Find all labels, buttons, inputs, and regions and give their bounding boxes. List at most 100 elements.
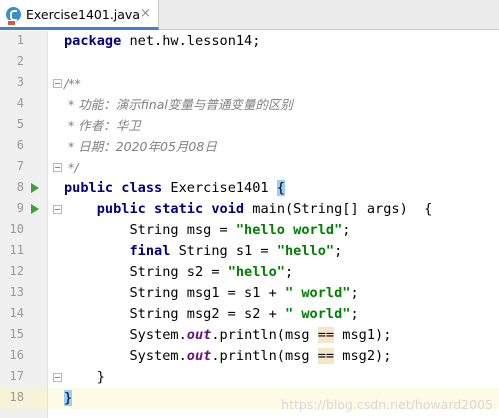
code-token: " world" <box>284 306 351 322</box>
code-token: " world" <box>284 285 351 301</box>
code-line[interactable]: 10 String msg = "hello world"; <box>0 220 499 241</box>
code-text: } <box>64 367 105 388</box>
run-gutter-icon[interactable] <box>31 183 39 193</box>
code-text: String s2 = "hello"; <box>64 262 293 283</box>
code-text: */ <box>64 157 78 178</box>
line-number: 11 <box>9 243 24 257</box>
code-line[interactable]: 4 * 功能：演示final变量与普通变量的区别 <box>0 94 499 115</box>
code-text: String msg2 = s2 + " world"; <box>64 304 359 325</box>
code-token: public class <box>64 180 163 196</box>
code-token: } <box>64 390 73 406</box>
fold-toggle-icon[interactable] <box>53 163 62 172</box>
code-token: ; <box>334 243 343 259</box>
line-number: 18 <box>9 390 24 404</box>
code-line[interactable]: 13 String msg1 = s1 + " world"; <box>0 283 499 304</box>
code-token: String msg1 = s1 + <box>64 285 285 301</box>
code-line[interactable]: 7 */ <box>0 157 499 178</box>
code-line[interactable]: 8 public class Exercise1401 { <box>0 178 499 199</box>
fold-toggle-icon[interactable] <box>53 205 62 214</box>
tab-label: Exercise1401.java <box>26 7 140 22</box>
code-token: ; <box>350 285 359 301</box>
code-token: String msg = <box>64 222 236 238</box>
code-token: package <box>64 33 122 49</box>
code-line[interactable]: 6 * 日期：2020年05月08日 <box>0 136 499 157</box>
code-line[interactable]: 12 String s2 = "hello"; <box>0 262 499 283</box>
code-token: System. <box>64 327 187 343</box>
code-token: msg1); <box>334 327 392 343</box>
code-line[interactable]: 11 final String s1 = "hello"; <box>0 241 499 262</box>
code-token: "hello world" <box>235 222 343 238</box>
editor-tab-bar: Exercise1401.java × <box>0 0 499 30</box>
code-text: System.out.println(msg == msg1); <box>64 325 391 346</box>
run-gutter-icon[interactable] <box>31 204 39 214</box>
line-number: 12 <box>9 264 24 278</box>
code-text: * 功能：演示final变量与普通变量的区别 <box>64 94 293 115</box>
code-line[interactable]: 17 } <box>0 367 499 388</box>
code-text: System.out.println(msg == msg2); <box>64 346 391 367</box>
code-token: out <box>186 327 212 343</box>
code-token: main(String[] args) { <box>244 201 433 217</box>
code-token: Exercise1401 <box>162 180 277 196</box>
line-number: 3 <box>16 75 24 89</box>
code-token: String s2 = <box>64 264 228 280</box>
code-line[interactable]: 9 public static void main(String[] args)… <box>0 199 499 220</box>
line-number: 5 <box>16 117 24 131</box>
code-text: public class Exercise1401 { <box>64 178 285 199</box>
code-token: "hello" <box>227 264 285 280</box>
line-number: 7 <box>16 159 24 173</box>
code-token: == <box>317 348 335 364</box>
code-text: package net.hw.lesson14; <box>64 31 260 52</box>
code-token: { <box>276 180 285 196</box>
code-token: net.hw.lesson14; <box>121 33 261 49</box>
fold-toggle-icon[interactable] <box>53 373 62 382</box>
code-text: /** <box>64 73 81 94</box>
code-text: * 日期：2020年05月08日 <box>64 136 217 157</box>
code-token: * 作者：华卫 <box>64 118 141 133</box>
code-line[interactable]: 15 System.out.println(msg == msg1); <box>0 325 499 346</box>
code-token: System. <box>64 348 187 364</box>
fold-toggle-icon[interactable] <box>53 79 62 88</box>
code-token: String msg2 = s2 + <box>64 306 285 322</box>
code-text: * 作者：华卫 <box>64 115 141 136</box>
line-number: 4 <box>16 96 24 110</box>
line-number: 15 <box>9 327 24 341</box>
code-token: * 日期：2020年05月08日 <box>64 139 217 154</box>
code-text: String msg1 = s1 + " world"; <box>64 283 359 304</box>
close-icon[interactable]: × <box>140 6 151 22</box>
line-number: 2 <box>16 54 24 68</box>
code-line[interactable]: 16 System.out.println(msg == msg2); <box>0 346 499 367</box>
code-line[interactable]: 1 package net.hw.lesson14; <box>0 31 499 52</box>
code-token: ; <box>284 264 294 280</box>
line-number: 6 <box>16 138 24 152</box>
line-number: 8 <box>16 180 24 194</box>
code-token: } <box>64 369 105 385</box>
line-number: 17 <box>9 369 24 383</box>
code-token: .println(msg <box>211 348 318 364</box>
code-text: String msg = "hello world"; <box>64 220 350 241</box>
line-number: 13 <box>9 285 24 299</box>
code-token: /** <box>64 76 81 91</box>
code-text: public static void main(String[] args) { <box>64 199 433 220</box>
code-token: "hello" <box>276 243 335 259</box>
line-number: 1 <box>16 33 24 47</box>
code-token: */ <box>64 160 79 175</box>
line-number: 14 <box>9 306 24 320</box>
java-class-icon <box>6 7 21 26</box>
line-number: 16 <box>9 348 24 362</box>
code-token: * 功能：演示final变量与普通变量的区别 <box>64 97 293 112</box>
code-token: ; <box>342 222 351 238</box>
code-token: == <box>317 327 335 343</box>
code-line[interactable]: 3 /** <box>0 73 499 94</box>
line-number: 9 <box>16 201 24 215</box>
code-token: String s1 = <box>170 243 277 259</box>
code-token: final <box>129 243 171 259</box>
watermark: https://blog.csdn.net/howard2005 <box>281 397 493 412</box>
code-token: ; <box>350 306 359 322</box>
code-text: } <box>64 388 73 409</box>
line-number: 10 <box>9 222 24 236</box>
code-line[interactable]: 5 * 作者：华卫 <box>0 115 499 136</box>
tab-exercise1401-java[interactable]: Exercise1401.java × <box>0 0 159 30</box>
code-line[interactable]: 2 <box>0 52 499 73</box>
code-line[interactable]: 14 String msg2 = s2 + " world"; <box>0 304 499 325</box>
